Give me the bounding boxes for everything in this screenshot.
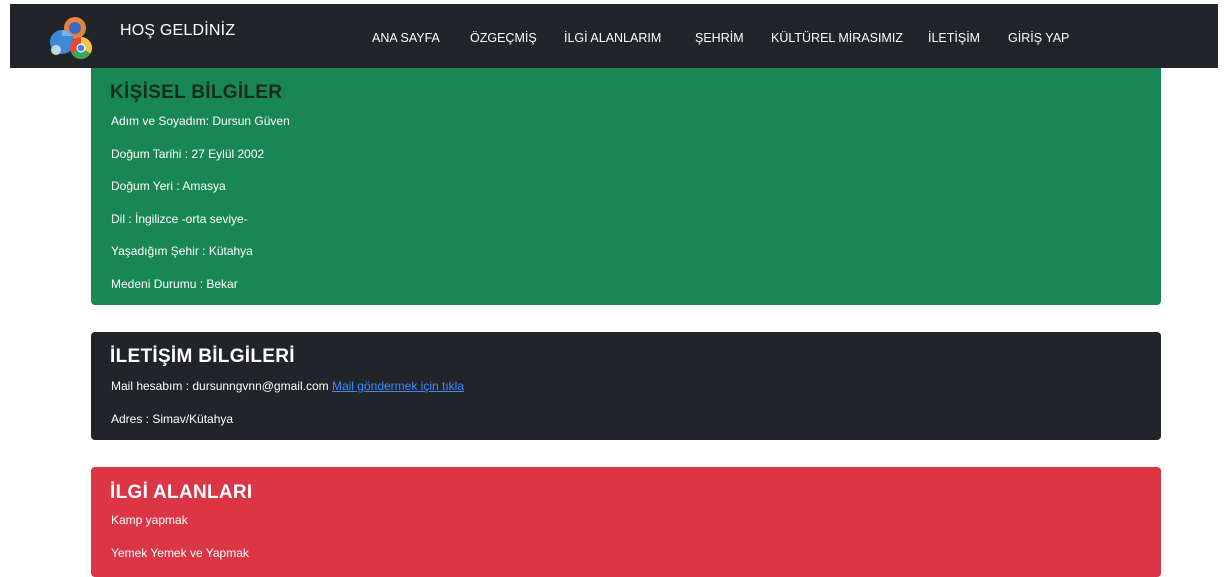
interest-item-camping: Kamp yapmak [111, 513, 188, 527]
interest-item-cooking: Yemek Yemek ve Yapmak [111, 546, 249, 560]
info-line-birthplace: Doğum Yeri : Amasya [111, 179, 226, 193]
interests-title: İLGİ ALANLARI [110, 482, 253, 503]
nav-iletisim[interactable]: İLETİŞİM [928, 31, 980, 45]
info-line-birthdate: Doğum Tarihi : 27 Eylül 2002 [111, 147, 265, 161]
nav-sehrim[interactable]: ŞEHRİM [695, 31, 744, 45]
nav-ilgi-alanlarim[interactable]: İLGİ ALANLARIM [564, 31, 661, 45]
personal-info-title: KİŞİSEL BİLGİLER [110, 82, 283, 103]
browser-logo-icon[interactable] [45, 12, 101, 64]
info-line-city: Yaşadığım Şehir : Kütahya [111, 244, 253, 258]
contact-address-line: Adres : Simav/Kütahya [111, 412, 234, 426]
nav-ana-sayfa[interactable]: ANA SAYFA [372, 31, 440, 45]
top-navbar: HOŞ GELDİNİZ ANA SAYFA ÖZGEÇMİŞ İLGİ ALA… [10, 4, 1218, 68]
nav-ozgecmis[interactable]: ÖZGEÇMİŞ [470, 31, 537, 45]
info-line-marital: Medeni Durumu : Bekar [111, 277, 238, 291]
interests-card: İLGİ ALANLARI Kamp yapmak Yemek Yemek ve… [91, 467, 1161, 577]
brand-title[interactable]: HOŞ GELDİNİZ [120, 22, 235, 40]
info-line-language: Dil : İngilizce -orta seviye- [111, 212, 248, 226]
nav-giris-yap[interactable]: GİRİŞ YAP [1008, 31, 1069, 45]
nav-kulturel-mirasimiz[interactable]: KÜLTÜREL MİRASIMIZ [771, 31, 903, 45]
send-mail-link[interactable]: Mail göndermek için tıkla [332, 379, 464, 393]
info-line-name: Adım ve Soyadım: Dursun Güven [111, 114, 290, 128]
mail-text: Mail hesabım : dursunngvnn@gmail.com [111, 379, 329, 393]
contact-info-card: İLETİŞİM BİLGİLERİ Mail hesabım : dursun… [91, 332, 1161, 440]
contact-mail-line: Mail hesabım : dursunngvnn@gmail.com Mai… [111, 379, 464, 393]
personal-info-card: KİŞİSEL BİLGİLER Adım ve Soyadım: Dursun… [91, 68, 1161, 305]
contact-info-title: İLETİŞİM BİLGİLERİ [110, 346, 295, 367]
